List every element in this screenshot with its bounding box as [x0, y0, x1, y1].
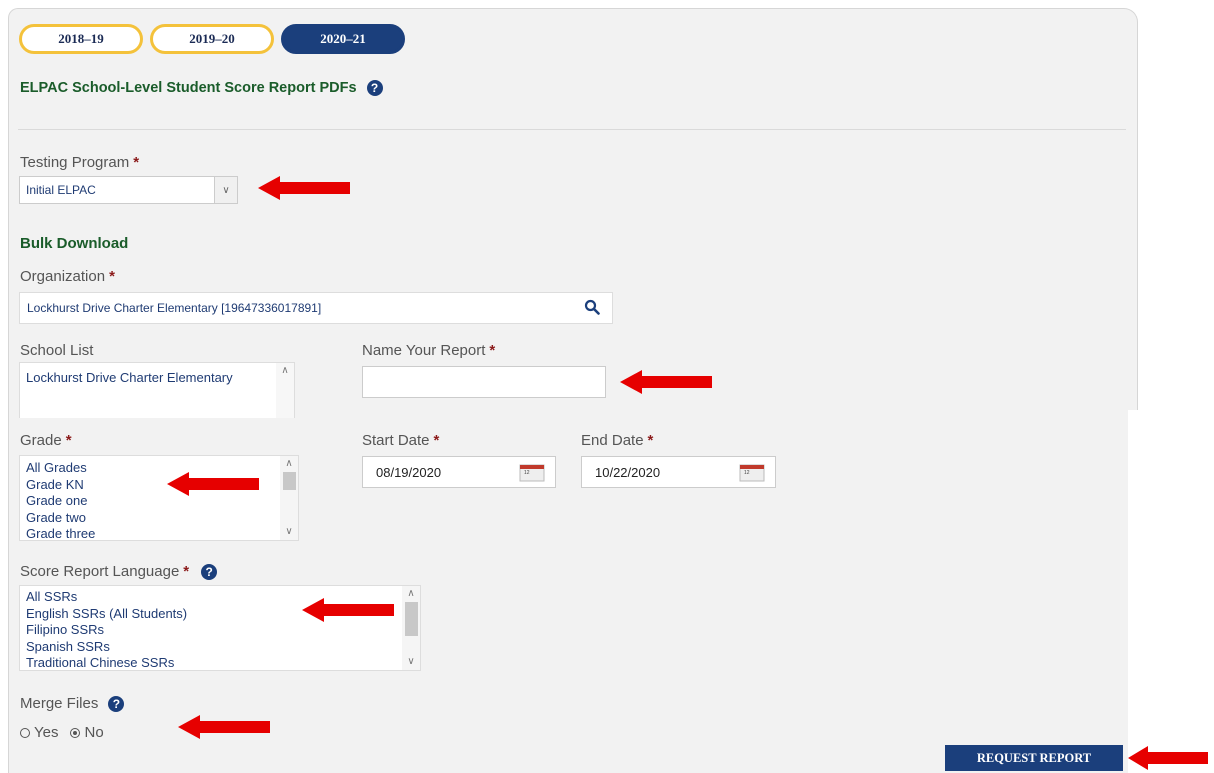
report-name-label: Name Your Report *: [362, 342, 495, 359]
list-item[interactable]: Grade two: [20, 510, 298, 527]
scrollbar[interactable]: ∧: [276, 363, 294, 418]
end-date-value: 10/22/2020: [595, 464, 661, 480]
chevron-up-icon[interactable]: ∧: [276, 365, 294, 377]
required-mark: *: [647, 432, 654, 449]
testing-program-select[interactable]: Initial ELPAC ∨: [19, 176, 238, 204]
list-item[interactable]: Traditional Chinese SSRs: [20, 655, 420, 670]
start-date-label-text: Start Date: [362, 432, 430, 449]
tab-2019-20[interactable]: 2019–20: [150, 24, 274, 54]
organization-value: Lockhurst Drive Charter Elementary [1964…: [27, 301, 322, 315]
grade-listbox[interactable]: All Grades Grade KN Grade one Grade two …: [19, 455, 299, 541]
annotation-arrow: [178, 715, 270, 739]
annotation-arrow: [302, 598, 394, 622]
chevron-down-icon[interactable]: ∨: [402, 656, 420, 668]
tab-2020-21[interactable]: 2020–21: [281, 24, 405, 54]
scrollbar[interactable]: ∧ ∨: [402, 586, 420, 670]
list-item[interactable]: Lockhurst Drive Charter Elementary: [20, 363, 294, 387]
report-name-label-text: Name Your Report: [362, 342, 486, 359]
radio-yes[interactable]: [20, 727, 30, 738]
score-report-language-label-text: Score Report Language: [20, 563, 180, 580]
page-title: ELPAC School-Level Student Score Report …: [20, 80, 383, 96]
list-item[interactable]: Spanish SSRs: [20, 639, 420, 656]
organization-input[interactable]: Lockhurst Drive Charter Elementary [1964…: [19, 292, 613, 324]
svg-text:12: 12: [744, 470, 750, 476]
start-date-value: 08/19/2020: [376, 464, 442, 480]
chevron-down-icon[interactable]: ∨: [214, 177, 237, 203]
required-mark: *: [489, 342, 496, 359]
calendar-icon[interactable]: 12: [519, 462, 545, 482]
school-list-label: School List: [20, 342, 94, 359]
school-list-box[interactable]: Lockhurst Drive Charter Elementary ∧: [19, 362, 295, 418]
scrollbar[interactable]: ∧ ∨: [280, 456, 298, 540]
testing-program-label: Testing Program *: [20, 154, 139, 171]
help-icon[interactable]: ?: [366, 80, 383, 96]
radio-yes-label[interactable]: Yes: [34, 724, 58, 741]
grade-label-text: Grade: [20, 432, 62, 449]
request-report-button[interactable]: REQUEST REPORT: [945, 745, 1123, 771]
radio-no[interactable]: [70, 727, 81, 738]
score-report-language-label: Score Report Language * ?: [20, 563, 218, 580]
annotation-arrow: [620, 370, 712, 394]
chevron-up-icon[interactable]: ∧: [280, 458, 298, 470]
calendar-icon[interactable]: 12: [739, 462, 765, 482]
annotation-arrow: [1128, 746, 1208, 770]
page-title-text: ELPAC School-Level Student Score Report …: [20, 80, 357, 96]
report-name-input[interactable]: [362, 366, 606, 398]
scrollbar-thumb[interactable]: [405, 602, 418, 636]
merge-files-label-text: Merge Files: [20, 695, 99, 712]
end-date-input[interactable]: 10/22/2020 12: [581, 456, 776, 488]
testing-program-label-text: Testing Program: [20, 154, 130, 171]
bulk-download-heading: Bulk Download: [20, 235, 129, 252]
annotation-arrow: [167, 472, 259, 496]
start-date-input[interactable]: 08/19/2020 12: [362, 456, 556, 488]
required-mark: *: [433, 432, 440, 449]
grade-label: Grade *: [20, 432, 72, 449]
help-icon[interactable]: ?: [108, 695, 125, 712]
organization-label: Organization *: [20, 268, 115, 285]
chevron-up-icon[interactable]: ∧: [402, 588, 420, 600]
merge-files-label: Merge Files ?: [20, 695, 125, 712]
organization-label-text: Organization: [20, 268, 106, 285]
radio-no-label[interactable]: No: [84, 724, 103, 741]
divider: [18, 129, 1126, 130]
required-mark: *: [65, 432, 72, 449]
svg-text:12: 12: [524, 470, 530, 476]
testing-program-value: Initial ELPAC: [26, 183, 96, 197]
required-mark: *: [109, 268, 115, 285]
start-date-label: Start Date *: [362, 432, 439, 449]
annotation-arrow: [258, 176, 350, 200]
help-icon[interactable]: ?: [201, 563, 218, 580]
tab-2018-19[interactable]: 2018–19: [19, 24, 143, 54]
end-date-label: End Date *: [581, 432, 653, 449]
required-mark: *: [183, 563, 190, 580]
end-date-label-text: End Date: [581, 432, 644, 449]
required-mark: *: [133, 154, 140, 171]
list-item[interactable]: Grade three: [20, 526, 298, 540]
merge-files-radio-group: Yes No: [20, 724, 104, 741]
panel-edge: [1128, 410, 1214, 773]
list-item[interactable]: Filipino SSRs: [20, 622, 420, 639]
scrollbar-thumb[interactable]: [283, 472, 296, 490]
chevron-down-icon[interactable]: ∨: [280, 526, 298, 538]
search-icon[interactable]: [584, 299, 600, 315]
